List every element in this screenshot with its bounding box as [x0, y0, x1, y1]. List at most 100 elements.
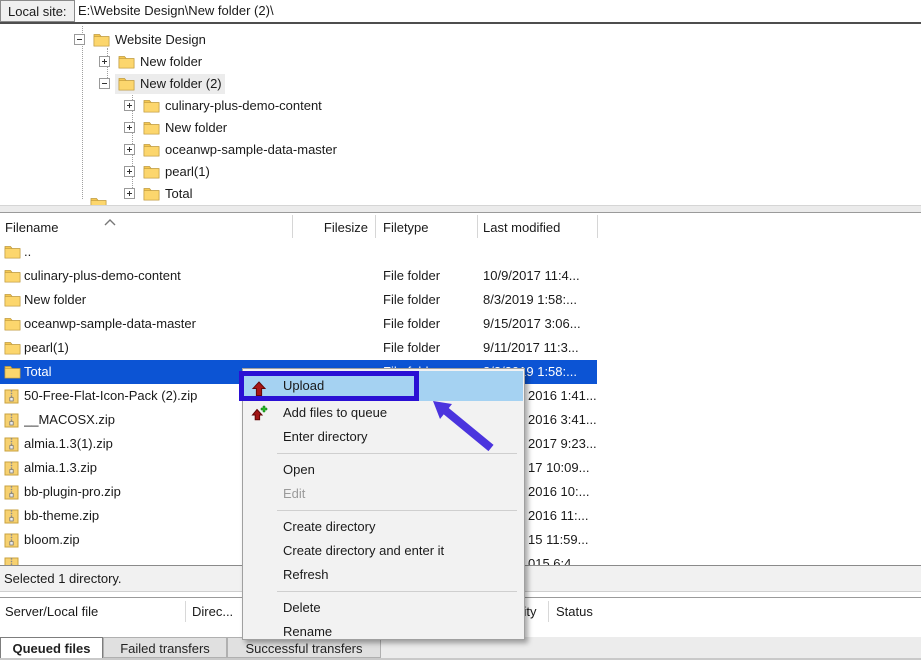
tree-item-label: pearl(1): [165, 162, 210, 182]
file-type: File folder: [383, 336, 478, 360]
file-name: pearl(1): [24, 336, 292, 360]
tree-item-label-wrap[interactable]: Total: [140, 184, 195, 204]
file-last-modified: 2016 11:...: [528, 504, 598, 528]
zip-file-icon: [4, 485, 19, 500]
tree-item-label-wrap[interactable]: New folder: [115, 52, 205, 72]
file-type: File folder: [383, 312, 478, 336]
local-site-bar: Local site: E:\Website Design\New folder…: [0, 0, 921, 24]
zip-file-icon: [4, 389, 19, 404]
file-name: ..: [24, 240, 292, 264]
file-last-modified: 2017 9:23...: [528, 432, 598, 456]
file-row-oceanwp-sample-data-master[interactable]: oceanwp-sample-data-masterFile folder9/1…: [0, 312, 921, 336]
local-site-path-input[interactable]: E:\Website Design\New folder (2)\: [78, 0, 274, 22]
file-last-modified: 17 10:09...: [528, 456, 598, 480]
queue-column-server-local-file[interactable]: Server/Local file: [5, 598, 98, 626]
file-name: culinary-plus-demo-content: [24, 264, 292, 288]
folder-icon: [4, 245, 21, 259]
zip-file-icon: [4, 509, 19, 524]
menu-item-delete[interactable]: Delete: [244, 596, 523, 620]
folder-icon: [143, 143, 160, 157]
filezilla-local-pane: Local site: E:\Website Design\New folder…: [0, 0, 921, 660]
pane-splitter[interactable]: [0, 205, 921, 213]
expand-plus-icon[interactable]: [99, 56, 110, 67]
file-list-header: Filename Filesize Filetype Last modified: [0, 213, 921, 240]
zip-icon: [4, 557, 19, 565]
column-divider[interactable]: [185, 601, 186, 622]
file-row-pearl-1-[interactable]: pearl(1)File folder9/11/2017 11:3...: [0, 336, 921, 360]
column-header-filename[interactable]: Filename: [5, 213, 285, 240]
tab-successful-transfers[interactable]: Successful transfers: [227, 637, 381, 658]
tree-item-label: oceanwp-sample-data-master: [165, 140, 337, 160]
column-divider[interactable]: [292, 215, 293, 238]
local-site-label: Local site:: [0, 0, 75, 22]
zip-icon: [4, 485, 19, 503]
menu-item-rename[interactable]: Rename: [244, 620, 523, 640]
folder-icon: [4, 245, 21, 262]
zip-icon: [4, 437, 19, 455]
zip-icon: [4, 461, 19, 479]
menu-item-label: Open: [283, 462, 315, 477]
folder-icon: [143, 165, 160, 179]
queue-column-direc-[interactable]: Direc...: [192, 598, 233, 626]
column-header-last-modified[interactable]: Last modified: [483, 213, 593, 240]
column-divider[interactable]: [597, 215, 598, 238]
folder-icon: [118, 55, 135, 69]
column-header-filesize[interactable]: Filesize: [292, 213, 368, 240]
menu-separator: [277, 510, 517, 511]
column-divider[interactable]: [548, 601, 549, 622]
file-type: File folder: [383, 288, 478, 312]
tree-item-label-wrap[interactable]: oceanwp-sample-data-master: [140, 140, 340, 160]
folder-icon: [4, 341, 21, 355]
menu-item-label: Delete: [283, 600, 321, 615]
tab-failed-transfers[interactable]: Failed transfers: [103, 637, 227, 658]
file-row--[interactable]: ..: [0, 240, 921, 264]
queue-tab-bar: Queued files Failed transfers Successful t…: [0, 637, 921, 658]
tree-item-label: New folder: [140, 52, 202, 72]
expand-plus-icon[interactable]: [124, 144, 135, 155]
column-divider[interactable]: [477, 215, 478, 238]
zip-file-icon: [4, 413, 19, 428]
sort-ascending-icon: [104, 214, 116, 229]
tree-item-label-wrap[interactable]: pearl(1): [140, 162, 213, 182]
folder-icon: [4, 293, 21, 310]
collapse-minus-icon[interactable]: [74, 34, 85, 45]
menu-separator: [277, 591, 517, 592]
expand-plus-icon[interactable]: [124, 122, 135, 133]
menu-item-label: Create directory: [283, 519, 375, 534]
folder-icon: [143, 99, 160, 113]
queue-column-status[interactable]: Status: [556, 598, 593, 626]
status-text: Selected 1 directory.: [4, 571, 122, 586]
tree-item-label-wrap[interactable]: Website Design: [90, 30, 209, 50]
file-last-modified: 2016 10:...: [528, 480, 598, 504]
folder-icon: [143, 121, 160, 135]
zip-icon: [4, 509, 19, 527]
menu-item-label: Create directory and enter it: [283, 543, 444, 558]
folder-icon: [4, 317, 21, 334]
menu-item-label: Rename: [283, 624, 332, 639]
column-header-filetype[interactable]: Filetype: [383, 213, 473, 240]
tab-label: Queued files: [12, 641, 90, 656]
expand-plus-icon[interactable]: [124, 188, 135, 199]
folder-icon: [4, 293, 21, 307]
annotation-highlight-rect: [239, 371, 419, 401]
tab-queued-files[interactable]: Queued files: [0, 637, 103, 658]
tree-item-label-wrap[interactable]: New folder: [140, 118, 230, 138]
tree-item-label-wrap[interactable]: New folder (2): [115, 74, 225, 94]
menu-item-refresh[interactable]: Refresh: [244, 563, 523, 587]
tree-item-clipped-folder[interactable]: [90, 197, 107, 205]
tree-item-label-wrap[interactable]: culinary-plus-demo-content: [140, 96, 325, 116]
file-last-modified: 015 6:4...: [528, 552, 598, 565]
tree-item-label: culinary-plus-demo-content: [165, 96, 322, 116]
file-type: File folder: [383, 264, 478, 288]
menu-item-open[interactable]: Open: [244, 458, 523, 482]
menu-item-create-directory-and-enter-it[interactable]: Create directory and enter it: [244, 539, 523, 563]
column-divider[interactable]: [375, 215, 376, 238]
file-row-new-folder[interactable]: New folderFile folder8/3/2019 1:58:...: [0, 288, 921, 312]
menu-item-label: Edit: [283, 486, 305, 501]
expand-plus-icon[interactable]: [124, 166, 135, 177]
menu-item-create-directory[interactable]: Create directory: [244, 515, 523, 539]
collapse-minus-icon[interactable]: [99, 78, 110, 89]
tab-label: Failed transfers: [120, 641, 210, 656]
expand-plus-icon[interactable]: [124, 100, 135, 111]
file-row-culinary-plus-demo-content[interactable]: culinary-plus-demo-contentFile folder10/…: [0, 264, 921, 288]
